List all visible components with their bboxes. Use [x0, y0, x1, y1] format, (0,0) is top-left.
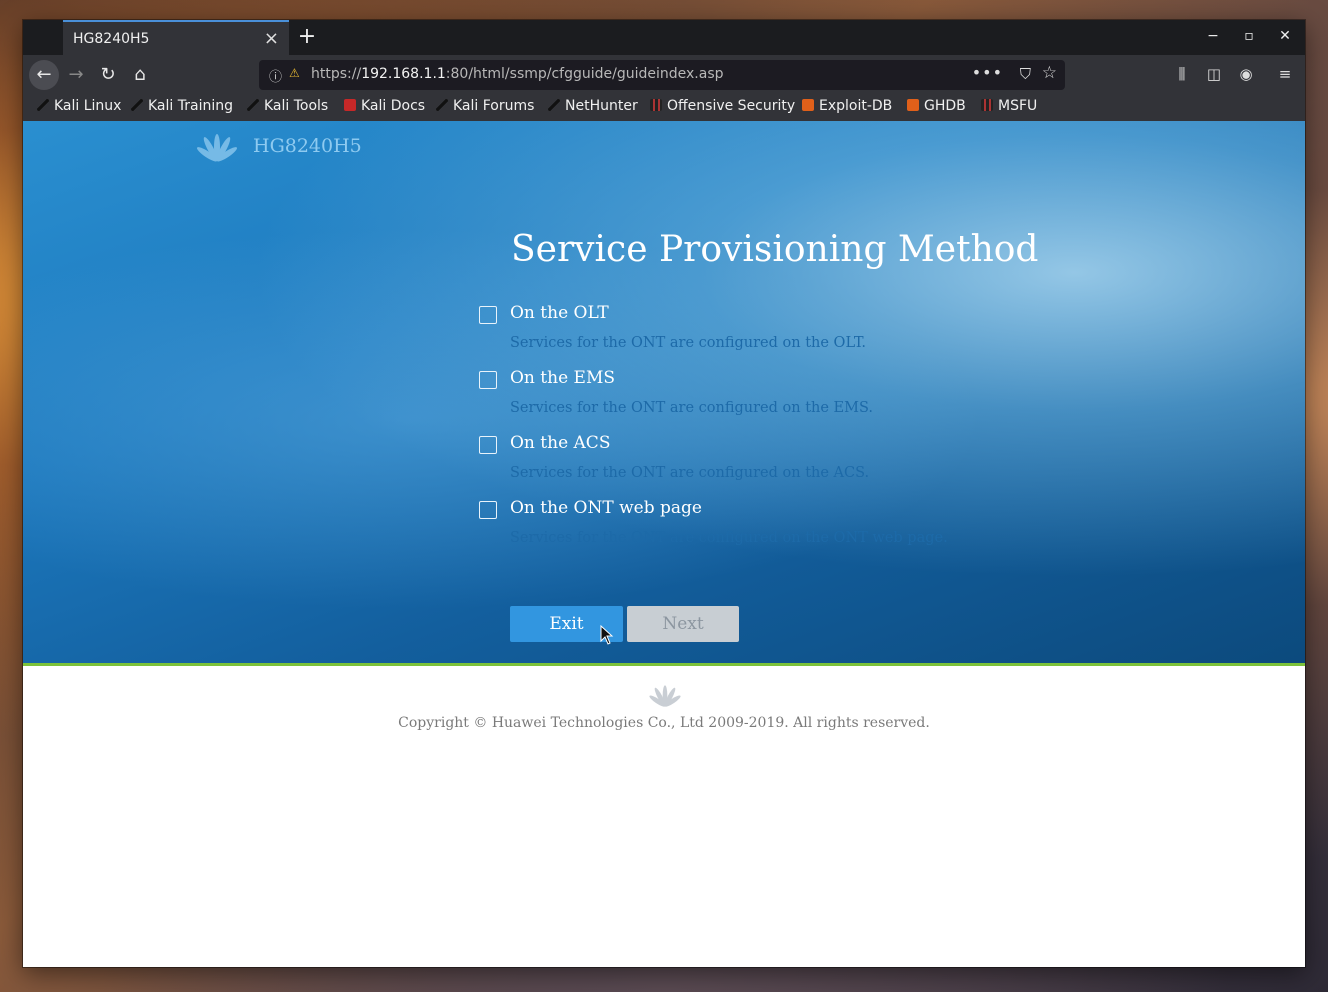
bookmark-kali-docs[interactable]: Kali Docs: [344, 98, 425, 114]
option-description: Services for the ONT are configured on t…: [510, 400, 874, 416]
insecure-lock-icon[interactable]: ⚠: [289, 66, 300, 80]
tab-title: HG8240H5: [73, 31, 150, 47]
home-icon[interactable]: ⌂: [125, 60, 155, 90]
bookmark-kali-training[interactable]: Kali Training: [131, 98, 233, 114]
tab-bar: HG8240H5 × + − ▫ ✕: [23, 20, 1305, 55]
minimize-icon[interactable]: −: [1203, 28, 1223, 44]
url-scheme: https://: [311, 66, 362, 82]
ems-checkbox[interactable]: [479, 371, 497, 389]
kali-docs-icon: [344, 99, 356, 111]
url-text[interactable]: https://192.168.1.1:80/html/ssmp/cfgguid…: [311, 66, 724, 82]
flame-icon: [802, 99, 814, 111]
kali-dragon-icon: [436, 99, 448, 111]
bookmark-exploit-db[interactable]: Exploit-DB: [802, 98, 892, 114]
kali-dragon-icon: [37, 99, 49, 111]
kali-dragon-icon: [548, 99, 560, 111]
nav-toolbar: ← → ↻ ⌂ ⓘ ⚠ https://192.168.1.1:80/html/…: [23, 55, 1305, 95]
bookmark-offensive-security[interactable]: Offensive Security: [650, 98, 795, 114]
kali-dragon-icon: [247, 99, 259, 111]
next-button[interactable]: Next: [627, 606, 739, 642]
browser-window: HG8240H5 × + − ▫ ✕ ← → ↻ ⌂ ⓘ ⚠ https://1…: [23, 20, 1305, 967]
bookmark-kali-tools[interactable]: Kali Tools: [247, 98, 328, 114]
bookmark-star-icon[interactable]: ☆: [1042, 63, 1057, 83]
option-label[interactable]: On the ACS: [510, 433, 610, 453]
huawei-footer-logo-icon: [649, 685, 681, 707]
site-info-icon[interactable]: ⓘ: [269, 66, 282, 85]
account-icon[interactable]: ◉: [1235, 65, 1257, 83]
url-path: :80/html/ssmp/cfgguide/guideindex.asp: [445, 66, 724, 82]
olt-checkbox[interactable]: [479, 306, 497, 324]
hero-panel: HG8240H5 Service Provisioning Method On …: [23, 121, 1305, 666]
offsec-icon: [981, 99, 993, 111]
sidebar-icon[interactable]: ◫: [1203, 65, 1225, 83]
option-description: Services for the ONT are configured on t…: [510, 530, 948, 546]
option-label[interactable]: On the OLT: [510, 303, 609, 323]
acs-checkbox[interactable]: [479, 436, 497, 454]
flame-icon: [907, 99, 919, 111]
kali-dragon-icon: [131, 99, 143, 111]
ont-web-page-checkbox[interactable]: [479, 501, 497, 519]
bookmark-kali-linux[interactable]: Kali Linux: [37, 98, 121, 114]
page-title: Service Provisioning Method: [511, 229, 1039, 270]
close-window-icon[interactable]: ✕: [1275, 28, 1295, 44]
bookmark-kali-forums[interactable]: Kali Forums: [436, 98, 534, 114]
option-description: Services for the ONT are configured on t…: [510, 335, 867, 351]
huawei-logo-icon: [196, 134, 238, 162]
pocket-icon[interactable]: ⛉: [1020, 65, 1031, 83]
back-icon[interactable]: ←: [29, 60, 59, 90]
page-actions-icon[interactable]: •••: [972, 63, 1003, 82]
option-label[interactable]: On the EMS: [510, 368, 615, 388]
forward-icon[interactable]: →: [61, 60, 91, 90]
tab-active[interactable]: HG8240H5 ×: [63, 20, 289, 55]
bookmarks-toolbar: Kali Linux Kali Training Kali Tools Kali…: [23, 95, 1305, 121]
library-icon[interactable]: ⫼: [1171, 65, 1193, 83]
bookmark-nethunter[interactable]: NetHunter: [548, 98, 638, 114]
close-tab-icon[interactable]: ×: [264, 28, 279, 49]
option-description: Services for the ONT are configured on t…: [510, 465, 870, 481]
maximize-icon[interactable]: ▫: [1239, 28, 1259, 44]
bookmark-msfu[interactable]: MSFU: [981, 98, 1037, 114]
page-footer: Copyright © Huawei Technologies Co., Ltd…: [23, 669, 1305, 967]
offsec-icon: [650, 99, 662, 111]
option-label[interactable]: On the ONT web page: [510, 498, 702, 518]
copyright-text: Copyright © Huawei Technologies Co., Ltd…: [398, 715, 930, 731]
address-bar[interactable]: ⓘ ⚠ https://192.168.1.1:80/html/ssmp/cfg…: [259, 60, 1065, 90]
mouse-cursor-icon: [600, 625, 614, 645]
reload-icon[interactable]: ↻: [93, 60, 123, 90]
web-page: HG8240H5 Service Provisioning Method On …: [23, 121, 1305, 967]
new-tab-button[interactable]: +: [293, 23, 321, 51]
brand-name: HG8240H5: [253, 135, 362, 157]
menu-icon[interactable]: ≡: [1274, 65, 1296, 83]
url-host: 192.168.1.1: [361, 66, 446, 82]
bookmark-ghdb[interactable]: GHDB: [907, 98, 966, 114]
